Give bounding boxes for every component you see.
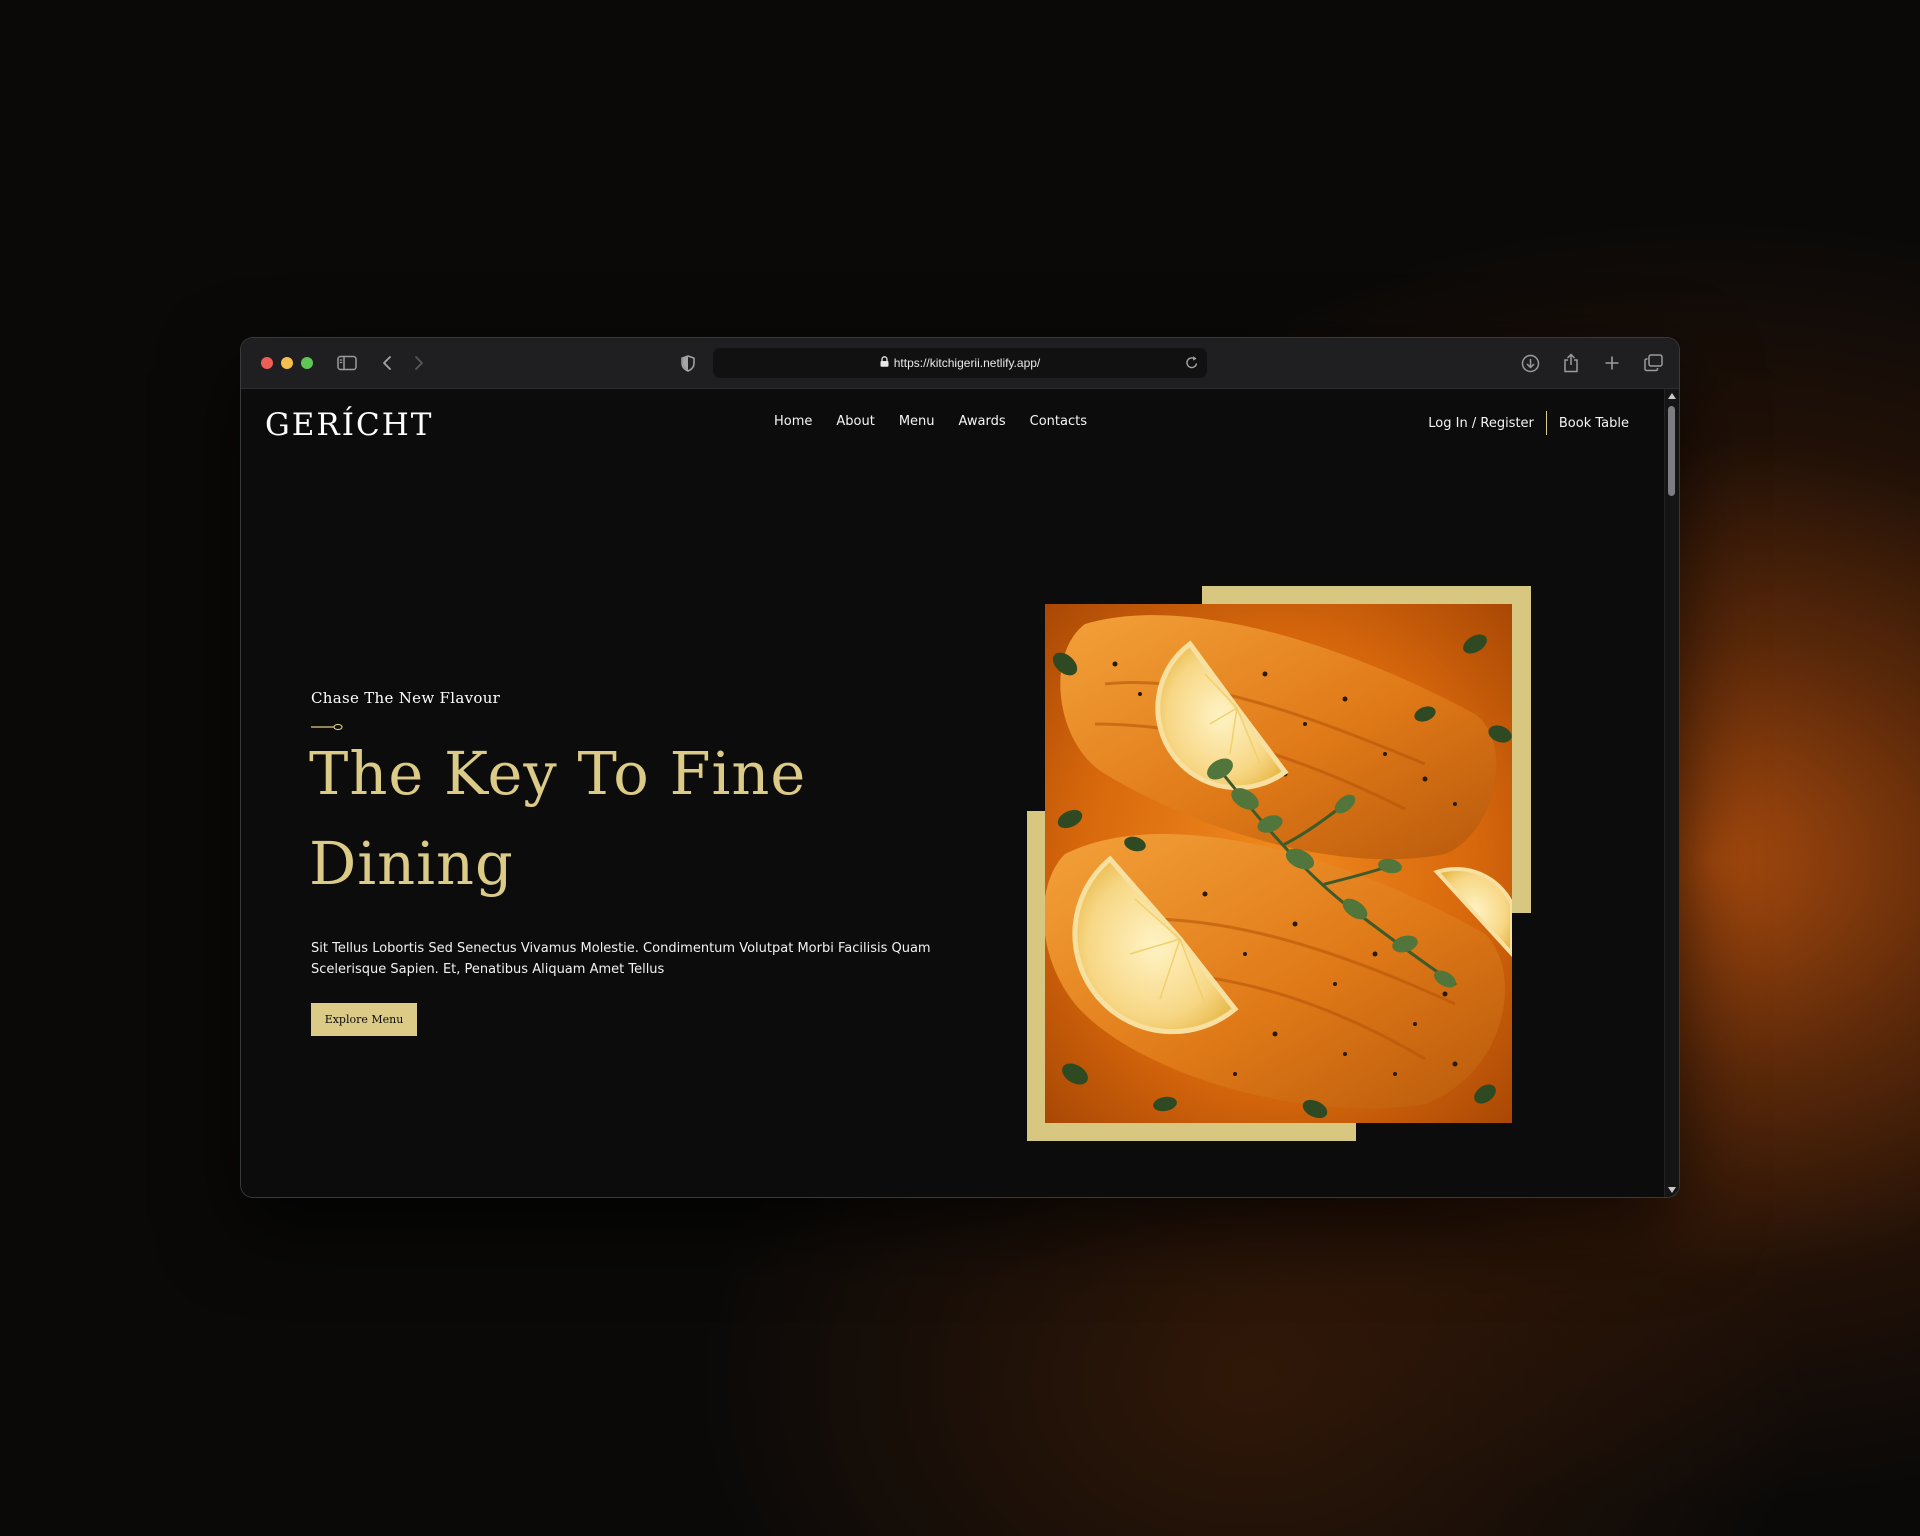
address-bar[interactable]: https://kitchigerii.netlify.app/ bbox=[713, 348, 1207, 378]
main-nav: Home About Menu Awards Contacts bbox=[774, 414, 1111, 429]
nav-home[interactable]: Home bbox=[774, 414, 812, 429]
hero-subtitle: Chase The New Flavour bbox=[311, 689, 501, 707]
nav-divider bbox=[1545, 411, 1547, 435]
zoom-window-button[interactable] bbox=[301, 357, 313, 369]
url-text: https://kitchigerii.netlify.app/ bbox=[893, 356, 1041, 370]
hero-food-image bbox=[1045, 604, 1512, 1123]
site-logo[interactable]: GERÍCHT bbox=[265, 407, 433, 443]
scroll-up-arrow-icon[interactable] bbox=[1668, 393, 1676, 399]
sidebar-icon[interactable] bbox=[336, 351, 358, 375]
close-window-button[interactable] bbox=[261, 357, 273, 369]
scroll-down-arrow-icon[interactable] bbox=[1668, 1187, 1676, 1193]
scrollbar-thumb[interactable] bbox=[1668, 406, 1675, 496]
explore-menu-button[interactable]: Explore Menu bbox=[311, 1003, 417, 1036]
share-icon[interactable] bbox=[1561, 351, 1581, 375]
lock-icon bbox=[880, 348, 889, 378]
forward-icon[interactable] bbox=[412, 351, 426, 375]
back-icon[interactable] bbox=[380, 351, 394, 375]
nav-awards[interactable]: Awards bbox=[959, 414, 1006, 429]
nav-menu[interactable]: Menu bbox=[899, 414, 935, 429]
minimize-window-button[interactable] bbox=[281, 357, 293, 369]
download-icon[interactable] bbox=[1519, 351, 1541, 375]
hero-description: Sit Tellus Lobortis Sed Senectus Vivamus… bbox=[311, 941, 931, 977]
hero-title: The Key To Fine Dining bbox=[309, 739, 807, 898]
page-scrollbar[interactable] bbox=[1664, 389, 1679, 1197]
reload-icon[interactable] bbox=[1185, 355, 1199, 374]
page-viewport: GERÍCHT Home About Menu Awards Contacts … bbox=[241, 389, 1665, 1197]
browser-window: https://kitchigerii.netlify.app/ GERÍCHT… bbox=[241, 338, 1679, 1197]
new-tab-icon[interactable] bbox=[1602, 351, 1622, 375]
tabs-overview-icon[interactable] bbox=[1642, 351, 1664, 375]
nav-contacts[interactable]: Contacts bbox=[1030, 414, 1087, 429]
account-links: Log In / Register Book Table bbox=[1428, 411, 1629, 435]
browser-toolbar: https://kitchigerii.netlify.app/ bbox=[241, 338, 1679, 389]
shield-icon[interactable] bbox=[679, 351, 697, 375]
book-table-link[interactable]: Book Table bbox=[1559, 416, 1629, 431]
login-register-link[interactable]: Log In / Register bbox=[1428, 416, 1534, 431]
nav-about[interactable]: About bbox=[836, 414, 874, 429]
